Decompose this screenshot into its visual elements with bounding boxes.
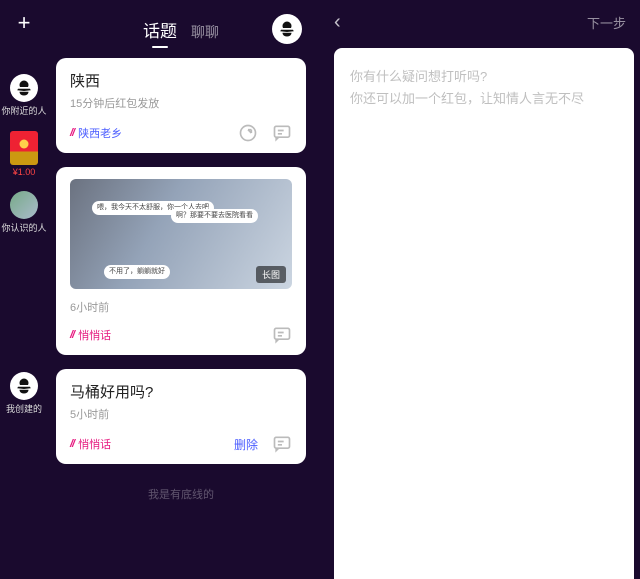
rail-label: 我创建的: [6, 402, 42, 415]
rail-item-redpacket[interactable]: ¥1.00: [10, 131, 38, 177]
side-rail: + 你附近的人 ¥1.00 你认识的人 我创建的: [0, 0, 48, 579]
compose-editor[interactable]: 你有什么疑问想打听吗? 你还可以加一个红包，让知情人言无不尽: [334, 48, 634, 579]
tabs: 话题 聊聊: [143, 17, 219, 42]
agent-icon: [10, 372, 38, 400]
speech-bubble: 啊？那要不要去医院看看: [171, 209, 258, 223]
add-button[interactable]: +: [18, 12, 31, 34]
card-subtitle: 6小时前: [70, 299, 292, 315]
slash-icon: //: [70, 438, 74, 450]
tab-chat[interactable]: 聊聊: [191, 22, 219, 42]
comment-icon[interactable]: [272, 123, 292, 143]
rail-label: 你认识的人: [1, 221, 46, 234]
share-icon[interactable]: [238, 123, 258, 143]
card-footer: // 悄悄话: [70, 325, 292, 345]
red-price: ¥1.00: [13, 167, 36, 177]
topic-card[interactable]: 陕西 15分钟后红包发放 // 陕西老乡: [56, 58, 306, 153]
tab-topics[interactable]: 话题: [143, 17, 177, 42]
rail-label: 你附近的人: [1, 104, 46, 117]
back-button[interactable]: ‹: [334, 12, 341, 32]
rail-item-known[interactable]: 你认识的人: [1, 191, 46, 234]
list-end-text: 我是有底线的: [56, 486, 306, 502]
slash-icon: //: [70, 127, 74, 139]
card-tag[interactable]: // 悄悄话: [70, 436, 111, 452]
topic-card[interactable]: 喂，我今天不太舒服，你一个人去吧 啊？那要不要去医院看看 不用了，躺躺就好 长图…: [56, 167, 306, 355]
red-envelope-icon: [10, 131, 38, 165]
comment-icon[interactable]: [272, 325, 292, 345]
placeholder-text: 你有什么疑问想打听吗? 你还可以加一个红包，让知情人言无不尽: [350, 66, 618, 110]
main-column: 话题 聊聊 陕西 15分钟后红包发放 // 陕西老乡: [48, 0, 320, 579]
card-subtitle: 15分钟后红包发放: [70, 95, 292, 111]
card-tag[interactable]: // 陕西老乡: [70, 125, 122, 141]
card-title: 陕西: [70, 70, 292, 91]
card-tag[interactable]: // 悄悄话: [70, 327, 111, 343]
tag-text: 悄悄话: [78, 327, 111, 343]
card-footer: // 陕西老乡: [70, 123, 292, 143]
topic-card[interactable]: 马桶好用吗? 5小时前 // 悄悄话 删除: [56, 369, 306, 464]
card-subtitle: 5小时前: [70, 406, 292, 422]
profile-button[interactable]: [272, 14, 302, 44]
avatar-icon: [10, 191, 38, 219]
feed-screen: + 你附近的人 ¥1.00 你认识的人 我创建的 话题: [0, 0, 320, 579]
card-footer: // 悄悄话 删除: [70, 434, 292, 454]
placeholder-line: 你还可以加一个红包，让知情人言无不尽: [350, 88, 618, 110]
compose-screen: ‹ 下一步 你有什么疑问想打听吗? 你还可以加一个红包，让知情人言无不尽: [320, 0, 640, 579]
placeholder-line: 你有什么疑问想打听吗?: [350, 66, 618, 88]
header: 话题 聊聊: [56, 14, 306, 44]
card-title: 马桶好用吗?: [70, 381, 292, 402]
slash-icon: //: [70, 329, 74, 341]
rail-item-nearby[interactable]: 你附近的人: [1, 74, 46, 117]
card-image[interactable]: 喂，我今天不太舒服，你一个人去吧 啊？那要不要去医院看看 不用了，躺躺就好 长图: [70, 179, 292, 289]
rail-item-created[interactable]: 我创建的: [6, 372, 42, 415]
long-image-badge: 长图: [256, 266, 286, 283]
tag-text: 悄悄话: [78, 436, 111, 452]
comment-icon[interactable]: [272, 434, 292, 454]
speech-bubble: 不用了，躺躺就好: [104, 265, 170, 279]
next-button[interactable]: 下一步: [587, 13, 626, 32]
tag-text: 陕西老乡: [78, 125, 122, 141]
compose-header: ‹ 下一步: [320, 0, 640, 44]
agent-icon: [10, 74, 38, 102]
delete-button[interactable]: 删除: [234, 436, 258, 453]
